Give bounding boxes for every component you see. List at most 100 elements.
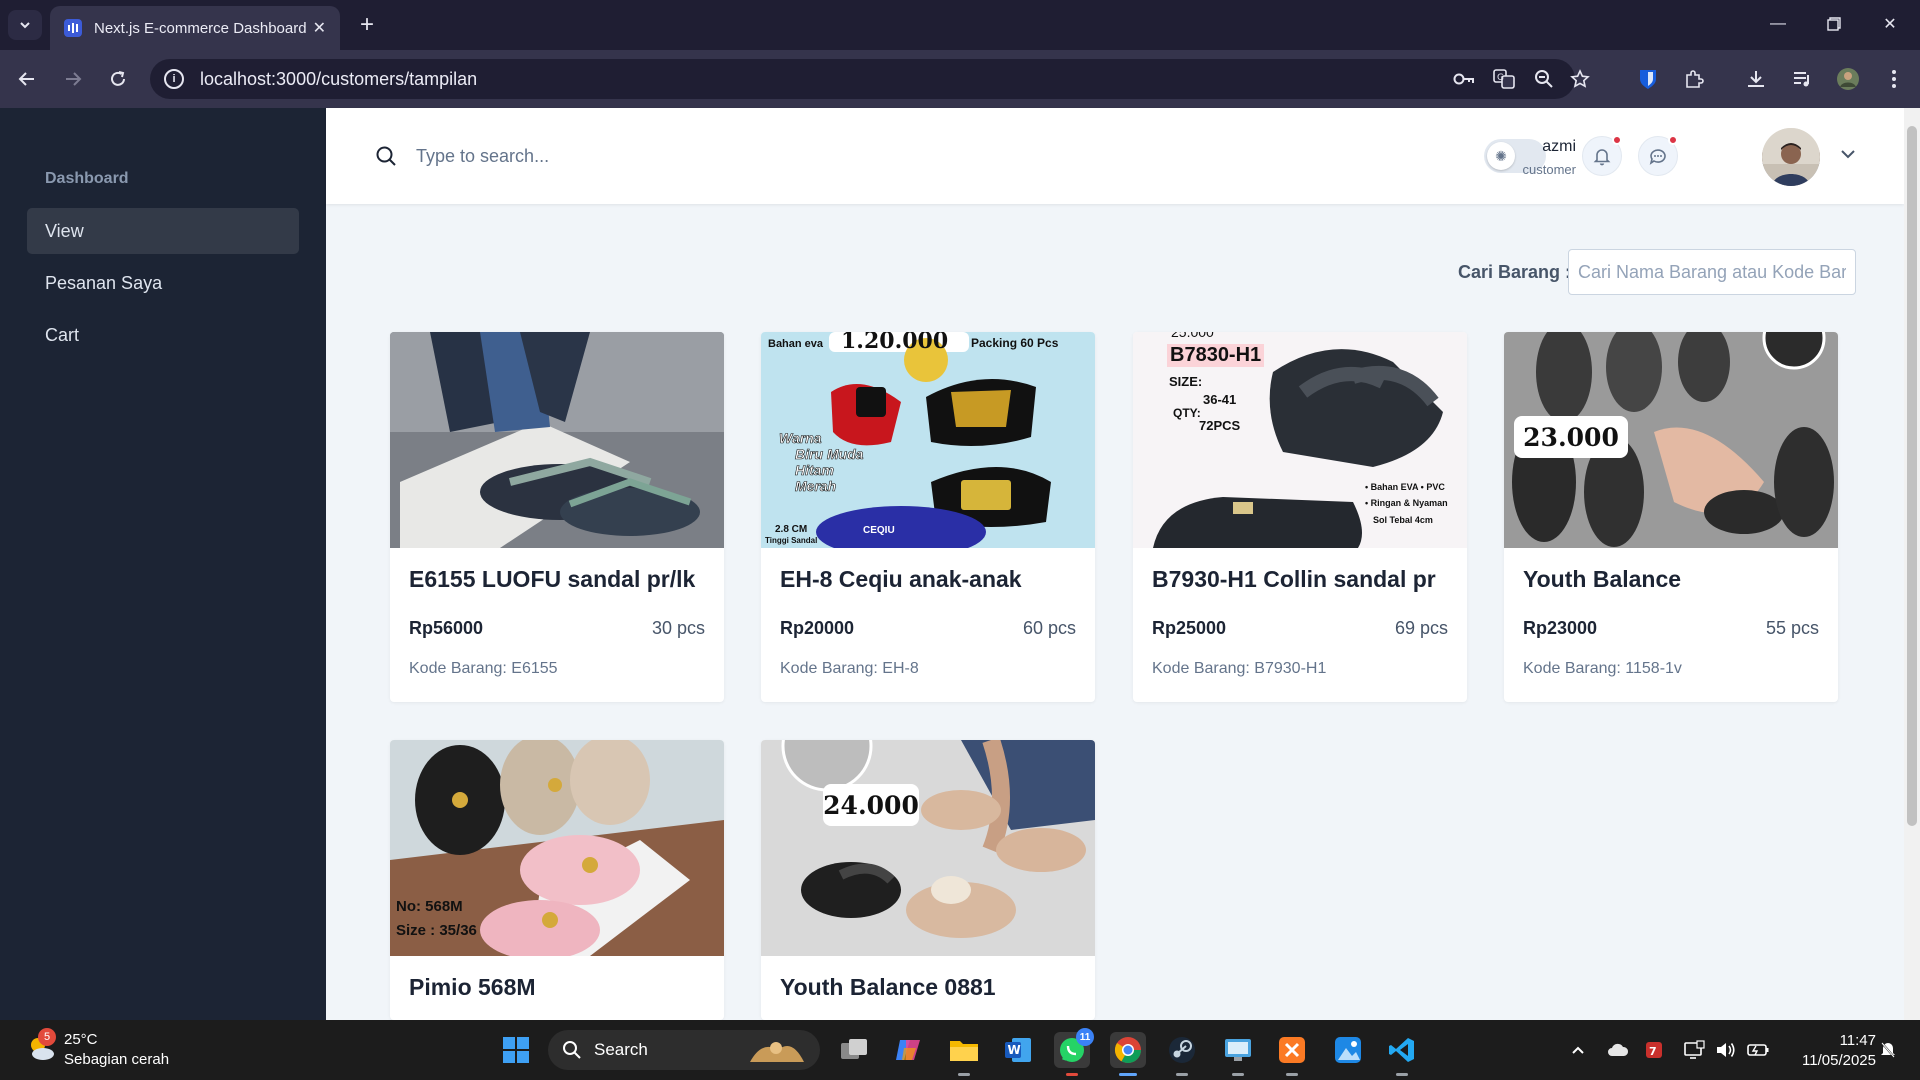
product-image: 25.000 B7830-H1 SIZE: 36-41 QTY: 72PCS •…	[1133, 332, 1467, 548]
notification-bell-icon[interactable]	[1876, 1038, 1900, 1062]
start-button[interactable]	[498, 1032, 534, 1068]
network-icon[interactable]	[1682, 1038, 1706, 1062]
product-name[interactable]: Youth Balance	[1523, 566, 1681, 593]
weather-badge: 5	[38, 1028, 56, 1046]
volume-icon[interactable]	[1714, 1038, 1738, 1062]
image-height-text: 2.8 CM	[775, 524, 808, 535]
product-card[interactable]: No: 568M Size : 35/36 Pimio 568M	[390, 740, 724, 1020]
weather-temperature[interactable]: 25°C	[64, 1031, 98, 1048]
image-qty-text: 72PCS	[1199, 418, 1241, 433]
notifications-button[interactable]	[1582, 135, 1622, 176]
image-price-text: 1.20.000	[841, 332, 949, 354]
image-feature-1: • Bahan EVA • PVC	[1365, 482, 1445, 492]
image-size-text: Size : 35/36	[396, 922, 477, 939]
file-explorer-icon[interactable]	[946, 1032, 982, 1076]
site-info-icon[interactable]: i	[164, 69, 184, 89]
product-card[interactable]: 1.20.000 Bahan eva Packing 60 Pcs Warna …	[761, 332, 1095, 702]
minimize-button[interactable]: —	[1750, 0, 1806, 48]
product-price: Rp25000	[1152, 618, 1227, 638]
bitwarden-shield-icon[interactable]	[1634, 66, 1662, 92]
more-menu-icon[interactable]	[1880, 66, 1908, 92]
search-icon	[563, 1041, 581, 1059]
sidebar: Dashboard View Pesanan Saya Cart	[0, 108, 326, 1020]
copilot-icon[interactable]	[890, 1032, 926, 1068]
top-header: ✺ azmi customer	[326, 108, 1904, 204]
product-name[interactable]: E6155 LUOFU sandal pr/lk	[409, 566, 695, 593]
browser-tab-active[interactable]: Next.js E-commerce Dashboard ✕	[50, 6, 340, 50]
message-dot	[1668, 135, 1678, 145]
media-control-icon[interactable]	[1788, 66, 1816, 92]
chevron-down-icon	[20, 22, 30, 29]
chevron-up-icon[interactable]	[1566, 1038, 1590, 1062]
product-card[interactable]: 23.000 Youth Balance Rp23000 55 pcs Kode…	[1504, 332, 1838, 702]
search-icon[interactable]	[374, 144, 398, 168]
scrollbar-thumb[interactable]	[1907, 126, 1917, 826]
onedrive-icon[interactable]	[1606, 1038, 1630, 1062]
extensions-puzzle-icon[interactable]	[1680, 66, 1708, 92]
whatsapp-icon[interactable]: 11	[1054, 1028, 1094, 1076]
browser-tab-bar: Next.js E-commerce Dashboard ✕ + — ✕	[0, 0, 1920, 50]
chrome-icon[interactable]	[1110, 1032, 1146, 1076]
clock-time[interactable]: 11:47	[1786, 1032, 1876, 1049]
product-card[interactable]: 25.000 B7830-H1 SIZE: 36-41 QTY: 72PCS •…	[1133, 332, 1467, 702]
photos-icon[interactable]	[1330, 1032, 1366, 1068]
restore-button[interactable]	[1806, 0, 1862, 48]
app-tray-icon[interactable]: 7	[1642, 1038, 1666, 1062]
word-icon[interactable]: W	[1000, 1032, 1036, 1068]
back-button[interactable]	[12, 64, 42, 94]
download-icon[interactable]	[1742, 66, 1770, 92]
arrow-right-icon	[66, 72, 82, 86]
control-panel-icon[interactable]	[1220, 1032, 1256, 1076]
svg-text:W: W	[1008, 1043, 1021, 1057]
key-icon[interactable]	[1452, 69, 1476, 89]
tab-search-button[interactable]	[8, 10, 42, 40]
user-name[interactable]: azmi	[1356, 138, 1576, 156]
notification-dot	[1612, 135, 1622, 145]
forward-button[interactable]	[58, 64, 88, 94]
battery-icon[interactable]	[1746, 1038, 1770, 1062]
steam-icon[interactable]	[1164, 1032, 1200, 1076]
product-quantity: 69 pcs	[1394, 618, 1448, 638]
vscode-icon[interactable]	[1384, 1032, 1420, 1076]
sidebar-item-view[interactable]: View	[27, 208, 299, 254]
chevron-down-icon[interactable]	[1838, 144, 1858, 164]
zoom-icon[interactable]	[1532, 69, 1556, 89]
xampp-icon[interactable]	[1274, 1032, 1310, 1076]
product-name[interactable]: Pimio 568M	[409, 974, 536, 1001]
product-name[interactable]: B7930-H1 Collin sandal pr	[1152, 566, 1436, 593]
dashboard-favicon-icon	[64, 19, 82, 37]
search-item-label: Cari Barang :	[1458, 262, 1572, 282]
avatar[interactable]	[1762, 128, 1820, 186]
url-text: localhost:3000/customers/tampilan	[200, 68, 478, 89]
image-colors-text: Warna Biru Muda Hitam Merah	[779, 430, 864, 495]
browser-toolbar: i localhost:3000/customers/tampilan G	[0, 50, 1920, 108]
product-name[interactable]: Youth Balance 0881	[780, 974, 996, 1001]
product-card[interactable]: E6155 LUOFU sandal pr/lk Rp56000 30 pcs …	[390, 332, 724, 702]
sidebar-item-cart[interactable]: Cart	[27, 312, 299, 358]
search-label: Search	[594, 1040, 648, 1059]
bookmark-star-icon[interactable]	[1568, 69, 1592, 89]
address-bar[interactable]: i localhost:3000/customers/tampilan G	[150, 59, 1590, 99]
translate-icon[interactable]: G	[1492, 69, 1516, 89]
weather-description[interactable]: Sebagian cerah	[64, 1051, 169, 1068]
product-name[interactable]: EH-8 Ceqiu anak-anak	[780, 566, 1022, 593]
search-input[interactable]	[416, 138, 916, 174]
product-code: Kode Barang: B7930-H1	[1152, 660, 1327, 677]
new-tab-button[interactable]: +	[352, 10, 382, 40]
tab-title: Next.js E-commerce Dashboard	[94, 19, 307, 37]
product-code: Kode Barang: E6155	[409, 660, 558, 677]
close-tab-icon[interactable]: ✕	[313, 18, 326, 38]
product-card[interactable]: 24.000 Youth Balance 0881	[761, 740, 1095, 1020]
reload-button[interactable]	[103, 64, 133, 94]
image-qty-label: QTY:	[1173, 406, 1201, 420]
image-top-text: 25.000	[1171, 332, 1214, 340]
clock-date[interactable]: 11/05/2025	[1786, 1052, 1876, 1069]
task-view-icon[interactable]	[836, 1032, 872, 1068]
profile-avatar-icon[interactable]	[1834, 66, 1862, 92]
taskbar-search[interactable]: Search	[548, 1030, 820, 1070]
image-packing-text: Packing 60 Pcs	[971, 336, 1059, 350]
close-window-button[interactable]: ✕	[1862, 0, 1918, 48]
messages-button[interactable]	[1638, 135, 1678, 176]
sidebar-item-pesanan-saya[interactable]: Pesanan Saya	[27, 260, 299, 306]
search-item-input[interactable]	[1568, 249, 1856, 295]
